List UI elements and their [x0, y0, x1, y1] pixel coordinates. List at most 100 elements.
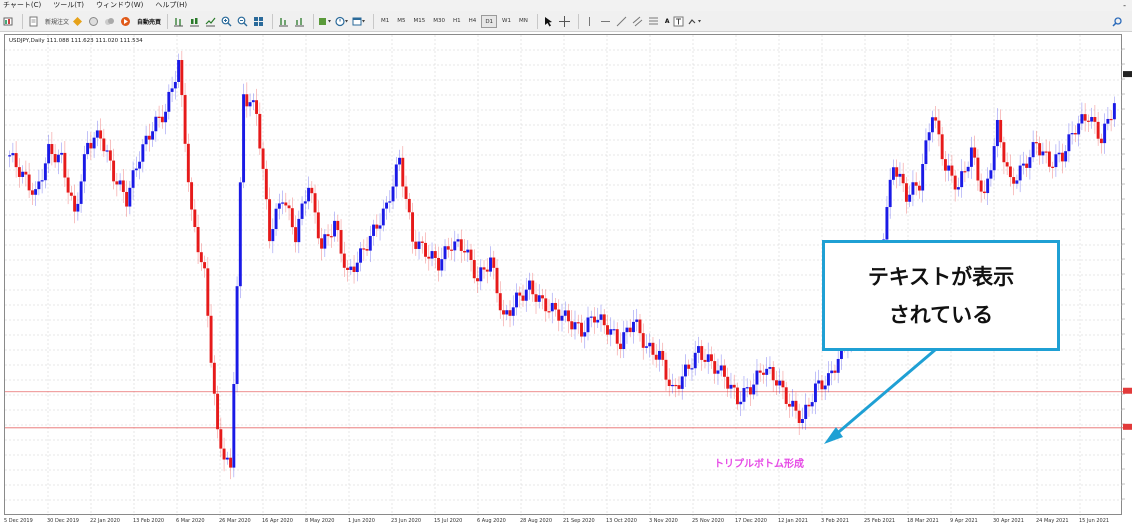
candle-body [589, 316, 593, 318]
candle-body [352, 266, 356, 273]
time-axis-label: 21 Sep 2020 [563, 518, 595, 524]
fibonacci-icon[interactable] [647, 14, 660, 29]
candle-body [771, 367, 775, 381]
candle-body [173, 81, 177, 89]
candle-body [674, 384, 678, 387]
candle-body [1031, 142, 1035, 158]
auto-trading-button[interactable]: 自動売買 [135, 17, 163, 26]
time-axis-label: 3 Feb 2021 [821, 518, 849, 524]
candle-body [414, 241, 418, 249]
timeframe-h4[interactable]: H4 [466, 15, 480, 28]
candle-body [901, 173, 905, 184]
timeframe-m1[interactable]: M1 [378, 15, 392, 28]
new-order-button[interactable]: 新規注文 [43, 17, 71, 26]
zoom-out-icon[interactable] [236, 14, 249, 29]
indicators-icon[interactable] [318, 14, 332, 29]
toolbar-separator [272, 13, 274, 29]
timeframe-m30[interactable]: M30 [430, 15, 448, 28]
candle-body [735, 387, 739, 405]
candle-body [830, 370, 834, 374]
timeframe-m5[interactable]: M5 [394, 15, 408, 28]
candle-body [914, 182, 918, 186]
candle-body [654, 354, 658, 360]
candle-body [667, 379, 671, 387]
arrows-icon[interactable] [688, 14, 702, 29]
candle-body [573, 322, 577, 330]
time-axis-label: 30 Dec 2019 [47, 518, 79, 524]
candle-body [147, 135, 151, 140]
candle-body [703, 359, 707, 362]
candle-body [898, 173, 902, 177]
toolbar-separator [577, 13, 579, 29]
vertical-line-icon[interactable] [583, 14, 596, 29]
candle-body [199, 252, 203, 263]
candle-body [560, 315, 564, 321]
candle-body [518, 292, 522, 296]
timeframe-h1[interactable]: H1 [450, 15, 464, 28]
candle-body [713, 361, 717, 374]
new-chart-icon[interactable] [2, 14, 15, 29]
menu-tools[interactable]: ツール(T) [53, 0, 84, 11]
candle-body [193, 209, 197, 228]
bar-chart-icon[interactable] [172, 14, 185, 29]
candle-body [440, 259, 444, 271]
timeframe-d1[interactable]: D1 [481, 14, 498, 28]
trendline-icon[interactable] [615, 14, 628, 29]
templates-icon[interactable] [352, 14, 366, 29]
candle-body [557, 309, 561, 321]
candle-body [294, 227, 298, 243]
timeframe-m15[interactable]: M15 [411, 15, 429, 28]
diamond-icon[interactable] [71, 14, 84, 29]
cursor-arrow-icon[interactable] [542, 14, 555, 29]
candle-body [118, 180, 122, 185]
candle-body [238, 182, 242, 287]
candle-body [1012, 177, 1016, 184]
candle-body [141, 144, 145, 162]
price-axis [1122, 48, 1132, 500]
candle-body [986, 178, 990, 194]
candle-body [378, 225, 382, 229]
navigator-icon[interactable] [87, 14, 100, 29]
candle-body [40, 180, 44, 182]
timeframe-w1[interactable]: W1 [499, 15, 514, 28]
candle-body [160, 116, 164, 123]
horizontal-line-icon[interactable] [599, 14, 612, 29]
candle-body [580, 322, 583, 337]
candle-body [658, 350, 661, 360]
new-order-icon[interactable] [27, 14, 40, 29]
candle-body [710, 354, 713, 362]
candle-body [1070, 133, 1074, 135]
market-watch-icon[interactable] [103, 14, 116, 29]
text-tool-button[interactable]: A [663, 18, 672, 25]
candle-body [394, 164, 398, 187]
candle-body [446, 246, 450, 250]
candle-body [693, 352, 697, 369]
channel-icon[interactable] [631, 14, 644, 29]
auto-scroll-icon[interactable] [293, 14, 306, 29]
candlestick-chart-icon[interactable] [188, 14, 201, 29]
candle-body [359, 248, 363, 263]
chart-shift-icon[interactable] [277, 14, 290, 29]
candle-body [37, 181, 41, 190]
menu-window[interactable]: ウィンドウ(W) [96, 0, 143, 11]
candle-body [982, 191, 986, 194]
text-label-icon[interactable] [672, 14, 685, 29]
crosshair-icon[interactable] [558, 14, 571, 29]
candle-body [157, 116, 161, 118]
menu-chart[interactable]: チャート(C) [3, 0, 41, 11]
tile-windows-icon[interactable] [252, 14, 265, 29]
candle-body [287, 205, 291, 209]
candle-body [427, 256, 431, 259]
candle-body [953, 175, 957, 190]
minimize-button[interactable]: - [1123, 0, 1126, 11]
toolbar-separator [22, 13, 23, 29]
auto-trading-icon[interactable] [119, 14, 132, 29]
search-icon[interactable] [1110, 14, 1123, 29]
timeframe-mn[interactable]: MN [516, 15, 531, 28]
periods-clock-icon[interactable] [335, 14, 349, 29]
candle-body [342, 253, 346, 268]
candle-body [209, 315, 213, 363]
zoom-in-icon[interactable] [220, 14, 233, 29]
menu-help[interactable]: ヘルプ(H) [155, 0, 187, 11]
line-chart-icon[interactable] [204, 14, 217, 29]
